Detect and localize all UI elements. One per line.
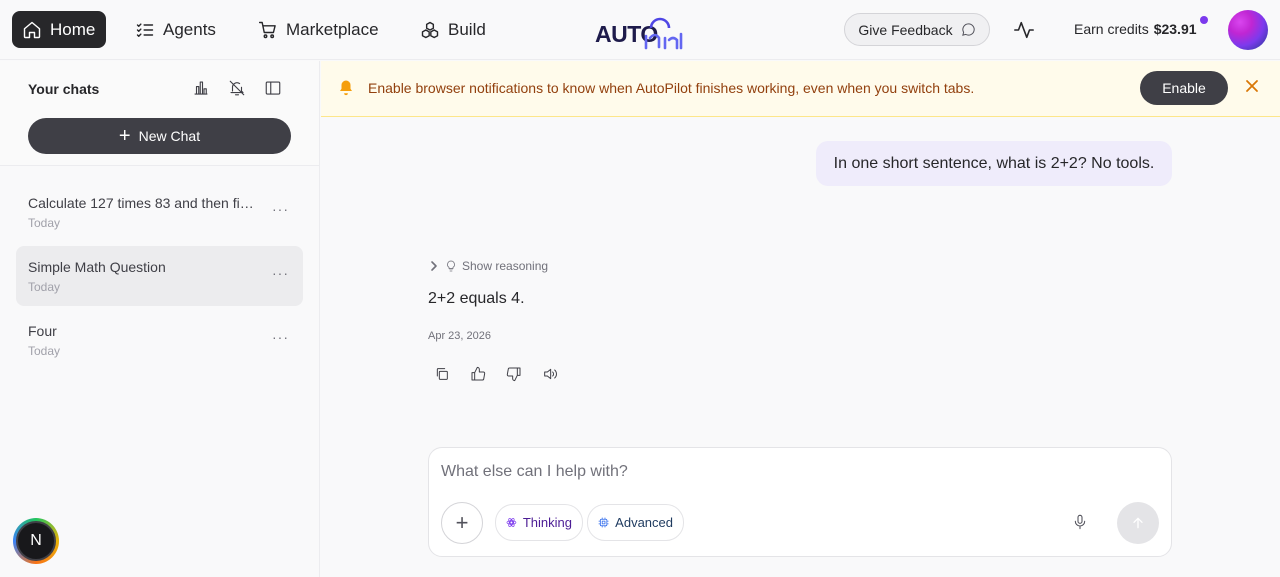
cubes-icon xyxy=(421,21,439,38)
list-checks-icon xyxy=(136,22,154,37)
copy-icon xyxy=(436,368,448,380)
chat-bubble-icon xyxy=(961,23,975,36)
home-icon xyxy=(23,21,41,38)
dev-tools-badge[interactable]: N xyxy=(13,518,59,564)
advanced-label: Advanced xyxy=(615,515,673,530)
thumbs-up-button[interactable] xyxy=(470,366,488,384)
credits-balance: $23.91 xyxy=(1153,21,1197,37)
plus-icon: + xyxy=(455,510,469,535)
sidebar-panel-icon xyxy=(265,81,281,95)
message-date: Apr 23, 2026 xyxy=(428,330,491,342)
nav-marketplace-label: Marketplace xyxy=(286,19,379,39)
nav-home-label: Home xyxy=(50,19,96,39)
more-options-icon[interactable]: ··· xyxy=(272,329,289,345)
enable-notifications-button[interactable]: Enable xyxy=(1140,71,1228,105)
thinking-mode-button[interactable]: Thinking xyxy=(495,504,583,541)
chat-list-item-active[interactable]: Simple Math Question Today ··· xyxy=(16,246,303,306)
thinking-label: Thinking xyxy=(522,515,572,530)
advanced-mode-button[interactable]: Advanced xyxy=(587,504,684,541)
nav-build-label: Build xyxy=(448,19,486,39)
chat-date: Today xyxy=(28,344,61,358)
more-options-icon[interactable]: ··· xyxy=(272,265,289,281)
arrow-up-icon xyxy=(1133,517,1143,529)
notification-dot xyxy=(1200,16,1208,24)
bell-off-icon xyxy=(229,80,245,96)
badge-letter: N xyxy=(16,521,56,561)
new-chat-button[interactable]: + New Chat xyxy=(28,118,291,154)
assistant-message: 2+2 equals 4. xyxy=(428,290,525,307)
chat-title: Four xyxy=(28,323,57,339)
message-actions xyxy=(434,366,560,384)
chat-list-item[interactable]: Calculate 127 times 83 and then find the… xyxy=(16,182,303,242)
lightbulb-icon xyxy=(447,260,455,272)
top-navigation: Home Agents Marketplace Build AUTO Give … xyxy=(0,0,1280,60)
message-input[interactable] xyxy=(441,460,1141,484)
activity-button[interactable] xyxy=(1013,19,1037,41)
chat-title: Simple Math Question xyxy=(28,259,166,275)
nav-home[interactable]: Home xyxy=(12,11,106,48)
toggle-sidebar-button[interactable] xyxy=(264,79,284,99)
user-avatar[interactable] xyxy=(1228,10,1268,50)
stats-button[interactable] xyxy=(192,79,212,99)
show-reasoning-label: Show reasoning xyxy=(462,259,549,273)
activity-pulse-icon xyxy=(1014,21,1034,39)
give-feedback-button[interactable]: Give Feedback xyxy=(844,13,990,46)
copy-button[interactable] xyxy=(434,366,452,384)
cart-icon xyxy=(258,21,276,38)
attach-button[interactable]: + xyxy=(441,502,483,544)
cpu-icon xyxy=(598,517,609,528)
nav-agents-label: Agents xyxy=(163,19,216,39)
give-feedback-label: Give Feedback xyxy=(858,21,953,38)
speaker-icon xyxy=(544,368,557,380)
brain-icon xyxy=(506,518,517,527)
message-composer: + Thinking Advanced xyxy=(428,447,1172,557)
read-aloud-button[interactable] xyxy=(542,366,560,384)
bar-chart-icon xyxy=(194,81,208,95)
thumbs-up-icon xyxy=(471,366,486,381)
new-chat-label: New Chat xyxy=(138,128,201,144)
chat-date: Today xyxy=(28,216,61,230)
autogpt-logo[interactable]: AUTO xyxy=(594,8,686,52)
close-icon xyxy=(1246,80,1258,92)
chat-title: Calculate 127 times 83 and then find the… xyxy=(28,195,261,211)
svg-text:AUTO: AUTO xyxy=(595,21,658,47)
user-message: In one short sentence, what is 2+2? No t… xyxy=(816,141,1172,186)
plus-icon: + xyxy=(118,125,131,147)
more-options-icon[interactable]: ··· xyxy=(272,201,289,217)
earn-credits-label: Earn credits xyxy=(1074,21,1149,37)
show-reasoning-toggle[interactable]: Show reasoning xyxy=(428,259,548,273)
chats-sidebar: Your chats + New Chat Calculate 127 time… xyxy=(0,61,320,577)
close-banner-button[interactable] xyxy=(1245,79,1261,95)
nav-agents[interactable]: Agents xyxy=(125,11,226,48)
banner-message: Enable browser notifications to know whe… xyxy=(368,80,975,96)
thumbs-down-icon xyxy=(506,367,521,382)
thumbs-down-button[interactable] xyxy=(506,366,524,384)
nav-build[interactable]: Build xyxy=(410,11,496,48)
sidebar-header: Your chats + New Chat xyxy=(0,61,319,166)
earn-credits-link[interactable]: Earn credits $23.91 xyxy=(1074,21,1197,37)
sidebar-title: Your chats xyxy=(28,81,100,97)
voice-input-button[interactable] xyxy=(1072,514,1090,532)
microphone-icon xyxy=(1074,514,1086,530)
chevron-right-icon xyxy=(431,261,437,271)
nav-marketplace[interactable]: Marketplace xyxy=(248,11,389,48)
chat-date: Today xyxy=(28,280,61,294)
notification-banner: Enable browser notifications to know whe… xyxy=(321,61,1280,117)
notifications-toggle[interactable] xyxy=(228,79,248,99)
chat-list: Calculate 127 times 83 and then find the… xyxy=(16,182,303,374)
bell-icon xyxy=(337,79,355,97)
send-button[interactable] xyxy=(1117,502,1159,544)
chat-list-item[interactable]: Four Today ··· xyxy=(16,310,303,370)
